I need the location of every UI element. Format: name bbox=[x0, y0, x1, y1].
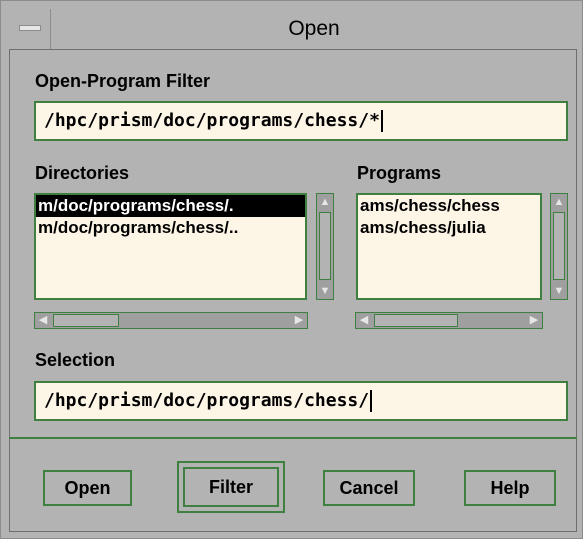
programs-horizontal-thumb[interactable] bbox=[374, 314, 458, 327]
arrow-down-icon[interactable]: ▼ bbox=[318, 284, 332, 298]
directories-label: Directories bbox=[35, 163, 130, 183]
selection-input[interactable]: /hpc/prism/doc/programs/chess/ bbox=[34, 381, 568, 421]
button-separator bbox=[9, 437, 577, 439]
filter-button[interactable]: Filter bbox=[177, 461, 285, 513]
directory-item[interactable]: m/doc/programs/chess/. bbox=[36, 195, 305, 217]
selection-input-value: /hpc/prism/doc/programs/chess/ bbox=[44, 390, 370, 411]
programs-horizontal-scrollbar[interactable]: ◀ ▶ bbox=[355, 312, 543, 329]
directory-item[interactable]: m/doc/programs/chess/.. bbox=[36, 217, 305, 239]
open-dialog: Open Open-Program Filter /hpc/prism/doc/… bbox=[0, 0, 583, 539]
filter-label: Open-Program Filter bbox=[35, 71, 211, 91]
directories-list[interactable]: m/doc/programs/chess/. m/doc/programs/ch… bbox=[34, 193, 307, 300]
program-item[interactable]: ams/chess/julia bbox=[358, 217, 540, 239]
window-menu-button[interactable] bbox=[9, 9, 51, 49]
programs-vertical-scrollbar[interactable]: ▲ ▼ bbox=[550, 193, 568, 300]
text-cursor bbox=[380, 110, 383, 132]
arrow-right-icon[interactable]: ▶ bbox=[527, 313, 541, 327]
window-title: Open bbox=[288, 17, 340, 40]
title-bar[interactable]: Open bbox=[9, 9, 577, 50]
arrow-up-icon[interactable]: ▲ bbox=[552, 195, 566, 209]
programs-list[interactable]: ams/chess/chess ams/chess/julia bbox=[356, 193, 542, 300]
arrow-up-icon[interactable]: ▲ bbox=[318, 195, 332, 209]
directories-horizontal-thumb[interactable] bbox=[53, 314, 119, 327]
open-button[interactable]: Open bbox=[43, 470, 132, 506]
program-item[interactable]: ams/chess/chess bbox=[358, 195, 540, 217]
directories-vertical-thumb[interactable] bbox=[319, 212, 331, 280]
arrow-left-icon[interactable]: ◀ bbox=[357, 313, 371, 327]
programs-vertical-thumb[interactable] bbox=[553, 212, 565, 280]
window-menu-icon bbox=[19, 25, 41, 31]
arrow-down-icon[interactable]: ▼ bbox=[552, 284, 566, 298]
text-cursor bbox=[370, 390, 373, 412]
filter-input[interactable]: /hpc/prism/doc/programs/chess/* bbox=[34, 101, 568, 141]
filter-input-value: /hpc/prism/doc/programs/chess/* bbox=[44, 110, 380, 131]
arrow-right-icon[interactable]: ▶ bbox=[292, 313, 306, 327]
directories-horizontal-scrollbar[interactable]: ◀ ▶ bbox=[34, 312, 308, 329]
arrow-left-icon[interactable]: ◀ bbox=[36, 313, 50, 327]
cancel-button[interactable]: Cancel bbox=[323, 470, 415, 506]
selection-label: Selection bbox=[35, 350, 116, 370]
directories-vertical-scrollbar[interactable]: ▲ ▼ bbox=[316, 193, 334, 300]
help-button[interactable]: Help bbox=[464, 470, 556, 506]
programs-label: Programs bbox=[357, 163, 442, 183]
